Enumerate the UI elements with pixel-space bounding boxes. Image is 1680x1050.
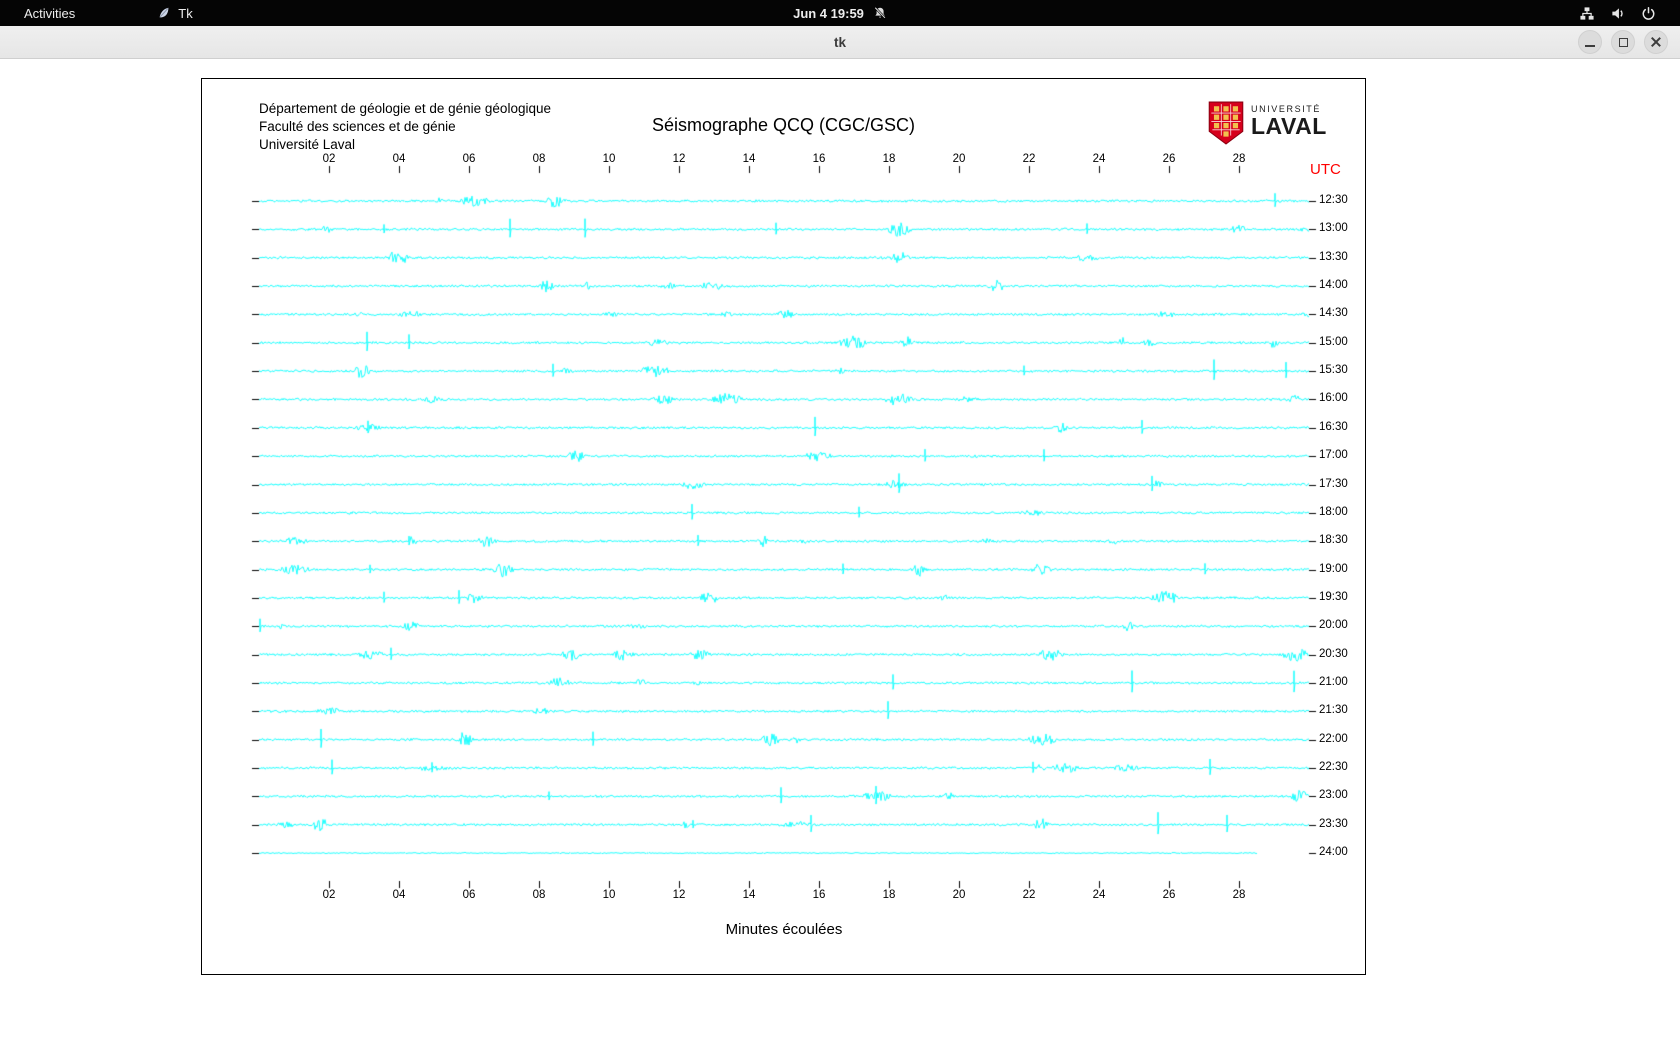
window-content: Département de géologie et de génie géol…: [0, 59, 1680, 1050]
laval-shield-icon: [1208, 101, 1244, 145]
x-tick-label-bottom: 08: [532, 889, 546, 901]
x-tick-label-bottom: 18: [882, 889, 896, 901]
close-icon: [1650, 36, 1662, 48]
institution-line-3: Université Laval: [259, 137, 356, 152]
tk-app-icon: [157, 6, 171, 20]
trace-time-label: 16:30: [1319, 421, 1348, 433]
trace-time-label: 17:00: [1319, 449, 1348, 461]
maximize-button[interactable]: [1611, 30, 1635, 54]
trace-time-label: 20:30: [1319, 648, 1348, 660]
trace-time-label: 24:00: [1319, 846, 1348, 858]
minimize-button[interactable]: [1578, 30, 1602, 54]
x-tick-label-bottom: 06: [462, 889, 476, 901]
x-tick-label-top: 16: [812, 153, 826, 165]
trace-time-label: 21:30: [1319, 704, 1348, 716]
trace-time-label: 13:00: [1319, 222, 1348, 234]
x-tick-label-top: 10: [602, 153, 616, 165]
x-tick-label-top: 22: [1022, 153, 1036, 165]
x-tick-label-bottom: 28: [1232, 889, 1246, 901]
universite-laval-logo: UNIVERSITÉ LAVAL: [1208, 101, 1327, 145]
window-controls: [1578, 30, 1668, 54]
x-tick-label-top: 12: [672, 153, 686, 165]
notifications-muted-icon: [873, 6, 887, 20]
logo-text: UNIVERSITÉ LAVAL: [1251, 104, 1327, 138]
x-tick-label-bottom: 14: [742, 889, 756, 901]
trace-time-label: 13:30: [1319, 251, 1348, 263]
trace-time-label: 20:00: [1319, 619, 1348, 631]
app-menu-label: Tk: [178, 5, 193, 21]
x-tick-label-top: 14: [742, 153, 756, 165]
trace-time-label: 21:00: [1319, 676, 1348, 688]
x-tick-label-bottom: 02: [322, 889, 336, 901]
trace-time-label: 16:00: [1319, 392, 1348, 404]
trace-time-label: 17:30: [1319, 478, 1348, 490]
trace-time-label: 19:00: [1319, 563, 1348, 575]
window-title-bar[interactable]: tk: [0, 26, 1680, 59]
x-axis-title: Minutes écoulées: [725, 921, 843, 938]
x-tick-label-top: 18: [882, 153, 896, 165]
minimize-icon: [1585, 45, 1595, 47]
app-menu[interactable]: Tk: [149, 4, 200, 23]
trace-time-label: 14:00: [1319, 279, 1348, 291]
power-icon: [1641, 6, 1656, 21]
x-tick-label-top: 04: [392, 153, 406, 165]
system-tray[interactable]: [1567, 4, 1668, 23]
window-title: tk: [833, 34, 846, 50]
trace-time-label: 22:30: [1319, 761, 1348, 773]
plot-title: Séismographe QCQ (CGC/GSC): [651, 115, 916, 135]
network-icon: [1579, 6, 1595, 21]
clock-area[interactable]: Jun 4 19:59: [793, 6, 887, 21]
x-tick-label-top: 28: [1232, 153, 1246, 165]
volume-icon: [1610, 6, 1626, 21]
maximize-icon: [1618, 37, 1628, 47]
trace-time-label: 23:30: [1319, 818, 1348, 830]
x-tick-label-top: 06: [462, 153, 476, 165]
seismogram-canvas: [202, 79, 1367, 976]
x-tick-label-top: 20: [952, 153, 966, 165]
x-tick-label-bottom: 22: [1022, 889, 1036, 901]
seismograph-canvas-frame: Département de géologie et de génie géol…: [201, 78, 1367, 976]
x-tick-label-bottom: 24: [1092, 889, 1106, 901]
trace-time-label: 15:00: [1319, 336, 1348, 348]
trace-time-label: 15:30: [1319, 364, 1348, 376]
trace-time-label: 18:00: [1319, 506, 1348, 518]
x-tick-label-bottom: 12: [672, 889, 686, 901]
trace-time-label: 19:30: [1319, 591, 1348, 603]
clock-label: Jun 4 19:59: [793, 5, 864, 21]
trace-time-label: 14:30: [1319, 307, 1348, 319]
close-button[interactable]: [1644, 30, 1668, 54]
x-tick-label-bottom: 16: [812, 889, 826, 901]
x-tick-label-top: 24: [1092, 153, 1106, 165]
top-bar: Activities Tk Jun 4 19:59: [0, 0, 1680, 26]
x-tick-label-top: 08: [532, 153, 546, 165]
activities-button[interactable]: Activities: [14, 4, 85, 23]
x-tick-label-bottom: 20: [952, 889, 966, 901]
trace-time-label: 22:00: [1319, 733, 1348, 745]
x-tick-label-bottom: 04: [392, 889, 406, 901]
trace-time-label: 12:30: [1319, 194, 1348, 206]
x-tick-label-bottom: 10: [602, 889, 616, 901]
x-tick-label-top: 02: [322, 153, 336, 165]
trace-time-label: 23:00: [1319, 789, 1348, 801]
x-tick-label-top: 26: [1162, 153, 1176, 165]
logo-text-laval: LAVAL: [1251, 113, 1327, 139]
utc-axis-label: UTC: [1310, 161, 1341, 178]
trace-time-label: 18:30: [1319, 534, 1348, 546]
x-tick-label-bottom: 26: [1162, 889, 1176, 901]
